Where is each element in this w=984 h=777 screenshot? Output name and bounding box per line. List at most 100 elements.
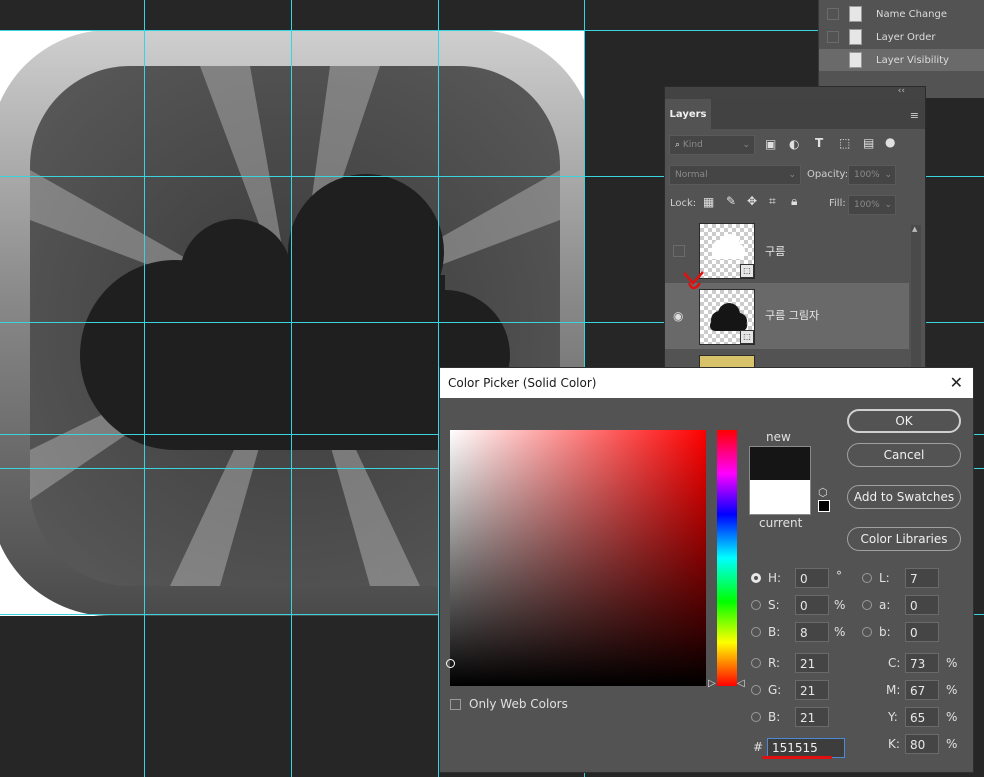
eye-icon[interactable]: ◉ (673, 309, 683, 323)
filter-kind-select[interactable]: ⌕ Kind ⌄ (669, 135, 755, 155)
new-label: new (766, 430, 791, 444)
new-color-swatch (749, 446, 811, 481)
a-channel-input[interactable]: 0 (905, 595, 939, 615)
layer-name[interactable]: 구름 (765, 243, 785, 259)
percent-unit: % (834, 598, 846, 612)
shape-filter-icon[interactable]: ⬚ (839, 136, 850, 150)
only-web-colors-label: Only Web Colors (469, 697, 568, 711)
cyan-input[interactable]: 73 (905, 653, 939, 673)
red-radio[interactable] (751, 658, 761, 668)
blue-input[interactable]: 21 (795, 707, 829, 727)
yellow-input[interactable]: 65 (905, 707, 939, 727)
magenta-label: M: (886, 683, 901, 697)
lightness-radio[interactable] (862, 573, 872, 583)
opacity-input[interactable]: 100% ⌄ (848, 165, 896, 185)
color-libraries-button[interactable]: Color Libraries (847, 527, 961, 551)
red-input[interactable]: 21 (795, 653, 829, 673)
history-item[interactable]: Layer Order (819, 26, 984, 48)
saturation-radio[interactable] (751, 600, 761, 610)
brightness-input[interactable]: 8 (795, 622, 829, 642)
cyan-label: C: (888, 656, 901, 670)
blend-mode-select[interactable]: Normal ⌄ (669, 165, 801, 185)
filter-toggle-icon[interactable]: ● (885, 135, 895, 149)
hex-label: # (753, 740, 764, 754)
hue-input[interactable]: 0 (795, 568, 829, 588)
black-input[interactable]: 80 (905, 734, 939, 754)
blue-radio[interactable] (751, 712, 761, 722)
fill-value: 100% (854, 200, 880, 210)
history-checkbox[interactable] (827, 31, 839, 43)
history-panel: Name Change Layer Order Layer Visibility (818, 0, 984, 98)
lightness-input[interactable]: 7 (905, 568, 939, 588)
magenta-input[interactable]: 67 (905, 680, 939, 700)
lock-transparent-icon[interactable]: ▦ (703, 195, 714, 209)
black-label: K: (888, 737, 900, 751)
history-item-label: Layer Order (876, 31, 936, 43)
history-item[interactable]: Layer Visibility (819, 49, 984, 71)
close-icon[interactable]: ✕ (950, 368, 963, 398)
tab-layers[interactable]: Layers (665, 99, 711, 129)
fill-label: Fill: (829, 198, 846, 209)
only-web-colors-checkbox[interactable] (450, 699, 461, 710)
degree-unit: ° (836, 569, 842, 583)
lock-label: Lock: (670, 198, 697, 209)
panel-menu-icon[interactable]: ≡ (910, 109, 919, 122)
green-radio[interactable] (751, 685, 761, 695)
hex-input[interactable]: 151515 (767, 738, 845, 758)
collapse-icon[interactable]: ‹‹ (898, 86, 905, 96)
layer-thumbnail[interactable]: ⬚ (699, 223, 755, 279)
history-state-icon (849, 52, 862, 68)
current-color-swatch[interactable] (749, 480, 811, 515)
saturation-brightness-field[interactable] (450, 430, 706, 686)
b-channel-input[interactable]: 0 (905, 622, 939, 642)
history-checkbox[interactable] (827, 54, 839, 66)
green-input[interactable]: 21 (795, 680, 829, 700)
adjustment-filter-icon[interactable]: ◐ (789, 137, 799, 151)
guide-line (291, 0, 292, 777)
layers-scrollbar[interactable]: ▲ (911, 225, 921, 375)
lock-artboard-icon[interactable]: ⌗ (769, 194, 776, 209)
smart-object-filter-icon[interactable]: ▤ (863, 136, 874, 150)
percent-unit: % (834, 625, 846, 639)
red-underline-annotation (762, 756, 832, 759)
visibility-toggle-off[interactable] (673, 245, 685, 257)
vector-mask-icon: ⬚ (740, 330, 754, 344)
hue-label: H: (768, 571, 782, 585)
type-filter-icon[interactable]: T (815, 136, 823, 150)
fill-input[interactable]: 100% ⌄ (848, 195, 896, 215)
layer-thumbnail[interactable]: ⬚ (699, 289, 755, 345)
saturation-input[interactable]: 0 (795, 595, 829, 615)
panel-collapse-bar[interactable]: ‹‹ (665, 86, 925, 99)
brightness-radio[interactable] (751, 627, 761, 637)
hue-radio[interactable] (751, 573, 761, 583)
current-label: current (759, 516, 803, 530)
color-field-cursor[interactable] (446, 659, 455, 668)
cancel-button[interactable]: Cancel (847, 443, 961, 467)
layer-name[interactable]: 구름 그림자 (765, 307, 819, 323)
history-item-label: Name Change (876, 8, 947, 20)
history-item[interactable]: Name Change (819, 3, 984, 25)
percent-unit: % (946, 710, 958, 724)
lock-all-icon[interactable]: 🔒︎ (791, 194, 797, 209)
scroll-up-icon[interactable]: ▲ (912, 225, 917, 233)
yellow-label: Y: (888, 710, 898, 724)
b-channel-radio[interactable] (862, 627, 872, 637)
a-channel-label: a: (879, 598, 891, 612)
chevron-down-icon: ⌄ (788, 170, 796, 180)
add-to-swatches-button[interactable]: Add to Swatches (847, 485, 961, 509)
hue-slider[interactable] (717, 430, 737, 686)
guide-line (144, 0, 145, 777)
lightness-label: L: (879, 571, 890, 585)
hue-slider-right-arrow[interactable]: ◁ (737, 678, 745, 689)
image-filter-icon[interactable]: ▣ (765, 137, 776, 151)
lock-position-icon[interactable]: ✥ (747, 194, 757, 208)
history-checkbox[interactable] (827, 8, 839, 20)
hue-slider-left-arrow[interactable]: ▷ (708, 678, 716, 689)
a-channel-radio[interactable] (862, 600, 872, 610)
out-of-gamut-cube-icon[interactable]: ⬡ (818, 486, 828, 499)
web-safe-swatch[interactable] (818, 500, 830, 512)
layers-panel: ‹‹ Layers ≡ ⌕ Kind ⌄ ▣ ◐ T ⬚ ▤ ● Normal … (664, 86, 926, 378)
layer-row-selected[interactable]: ◉ ⬚ 구름 그림자 (665, 271, 909, 349)
ok-button[interactable]: OK (847, 409, 961, 433)
lock-pixels-icon[interactable]: ✎ (726, 194, 736, 208)
